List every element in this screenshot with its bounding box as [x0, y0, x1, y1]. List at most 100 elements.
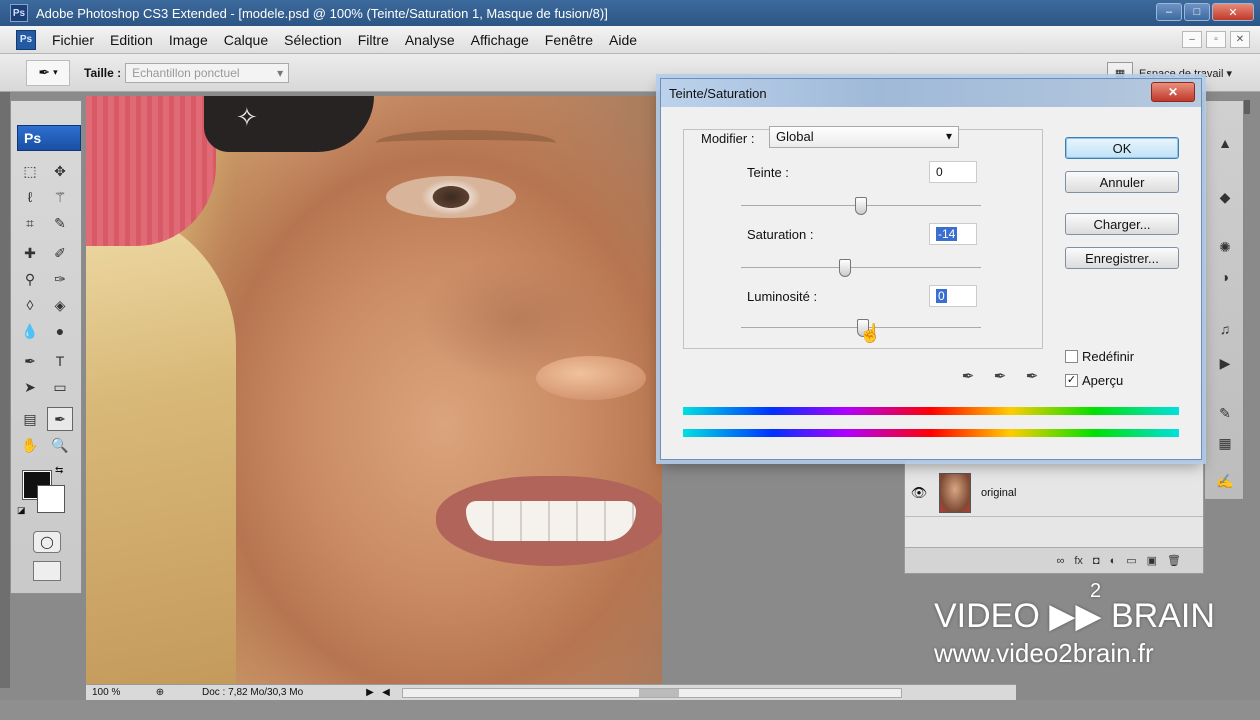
- move-tool[interactable]: ✥: [47, 159, 73, 183]
- hue-input[interactable]: 0: [929, 161, 977, 183]
- type-tool[interactable]: T: [47, 349, 73, 373]
- zoom-tool[interactable]: 🔍: [47, 433, 73, 457]
- menu-fenetre[interactable]: Fenêtre: [537, 32, 601, 48]
- colorize-checkbox-box[interactable]: [1065, 350, 1078, 363]
- link-layers-icon[interactable]: ∞: [1057, 555, 1065, 567]
- default-colors-icon[interactable]: ◪: [17, 505, 26, 516]
- eyedropper-tool[interactable]: ✒: [47, 407, 73, 431]
- layers-footer: ∞ fx ◘ ◐ ▭ ▣ 🗑: [905, 547, 1203, 573]
- result-color-bar: [683, 429, 1179, 437]
- menu-fichier[interactable]: Fichier: [44, 32, 102, 48]
- blur-tool[interactable]: 💧: [17, 319, 43, 343]
- save-button[interactable]: Enregistrer...: [1065, 247, 1179, 269]
- new-group-icon[interactable]: ▭: [1126, 554, 1136, 567]
- lightness-input[interactable]: 0: [929, 285, 977, 307]
- pen-tool[interactable]: ✒: [17, 349, 43, 373]
- lightness-label: Luminosité :: [747, 289, 818, 304]
- new-layer-icon[interactable]: ▣: [1147, 554, 1157, 567]
- maximize-button[interactable]: □: [1184, 3, 1210, 21]
- screen-mode-button[interactable]: [33, 561, 61, 581]
- adjustments-panel-icon[interactable]: ✺: [1211, 235, 1239, 259]
- minimize-button[interactable]: –: [1156, 3, 1182, 21]
- menu-edition[interactable]: Edition: [102, 32, 161, 48]
- layer-style-icon[interactable]: fx: [1074, 555, 1083, 567]
- layers-panel-icon[interactable]: ◆: [1211, 185, 1239, 209]
- preview-checkbox[interactable]: ✓ Aperçu: [1065, 373, 1123, 388]
- menu-calque[interactable]: Calque: [216, 32, 276, 48]
- magic-wand-tool[interactable]: ⚚: [47, 185, 73, 209]
- actions-panel-icon[interactable]: ♫: [1211, 317, 1239, 341]
- healing-brush-tool[interactable]: ✚: [17, 241, 43, 265]
- eyedropper-plus-icon[interactable]: ✒: [989, 365, 1011, 387]
- hue-slider-thumb[interactable]: [855, 197, 867, 215]
- layer-row[interactable]: 👁 original: [905, 469, 1203, 517]
- sample-size-select[interactable]: Echantillon ponctuel: [125, 62, 290, 83]
- headband-logo-icon: ✧: [236, 102, 258, 132]
- menu-analyse[interactable]: Analyse: [397, 32, 463, 48]
- menu-aide[interactable]: Aide: [601, 32, 645, 48]
- lasso-tool[interactable]: ℓ: [17, 185, 43, 209]
- ok-button[interactable]: OK: [1065, 137, 1179, 159]
- visibility-eye-icon[interactable]: 👁: [905, 485, 933, 501]
- clone-stamp-tool[interactable]: ⚲: [17, 267, 43, 291]
- tool-preset-picker[interactable]: ✒ ▾: [26, 59, 70, 86]
- status-menu-arrow-icon[interactable]: ▶: [362, 687, 378, 698]
- delete-layer-icon[interactable]: 🗑: [1167, 554, 1181, 567]
- preview-checkbox-box[interactable]: ✓: [1065, 374, 1078, 387]
- brushes-panel-icon[interactable]: ✎: [1211, 401, 1239, 425]
- layer-mask-icon[interactable]: ◘: [1093, 555, 1100, 567]
- close-window-button[interactable]: ✕: [1212, 3, 1254, 21]
- dodge-tool[interactable]: ●: [47, 319, 73, 343]
- menu-selection[interactable]: Sélection: [276, 32, 350, 48]
- swap-colors-icon[interactable]: ⇆: [55, 465, 63, 476]
- new-adjustment-icon[interactable]: ◐: [1110, 555, 1117, 567]
- rectangle-tool[interactable]: ▭: [47, 375, 73, 399]
- eyedropper-icon[interactable]: ✒: [957, 365, 979, 387]
- paint-bucket-tool[interactable]: ◈: [47, 293, 73, 317]
- colorize-checkbox[interactable]: Redéfinir: [1065, 349, 1134, 364]
- quick-mask-button[interactable]: ◯: [33, 531, 61, 553]
- channels-panel-icon[interactable]: ◑: [1211, 265, 1239, 289]
- saturation-input[interactable]: -14: [929, 223, 977, 245]
- dialog-close-button[interactable]: ✕: [1151, 82, 1195, 102]
- load-button[interactable]: Charger...: [1065, 213, 1179, 235]
- histogram-panel-icon[interactable]: ▲: [1211, 131, 1239, 155]
- background-color-swatch[interactable]: [37, 485, 65, 513]
- document-canvas[interactable]: ✧: [86, 96, 662, 684]
- hand-tool[interactable]: ✋: [17, 433, 43, 457]
- play-panel-icon[interactable]: ▶: [1211, 351, 1239, 375]
- zoom-level[interactable]: 100 %: [92, 687, 148, 698]
- brush-tool[interactable]: ✐: [47, 241, 73, 265]
- doc-close-button[interactable]: ✕: [1230, 31, 1250, 48]
- swatches-panel-icon[interactable]: ▦: [1211, 431, 1239, 455]
- doc-minimize-button[interactable]: –: [1182, 31, 1202, 48]
- modify-range-select[interactable]: Global: [769, 126, 959, 148]
- dialog-title-bar[interactable]: Teinte/Saturation: [661, 79, 1201, 107]
- path-selection-tool[interactable]: ➤: [17, 375, 43, 399]
- menu-filtre[interactable]: Filtre: [350, 32, 397, 48]
- dialog-title: Teinte/Saturation: [669, 85, 767, 101]
- slice-tool[interactable]: ✎: [47, 211, 73, 235]
- saturation-slider-thumb[interactable]: [839, 259, 851, 277]
- crop-tool[interactable]: ⌗: [17, 211, 43, 235]
- zoom-navigator-icon[interactable]: ⊕: [148, 687, 172, 698]
- hue-saturation-dialog: Teinte/Saturation ✕ Modifier : Global Te…: [660, 78, 1202, 460]
- saturation-slider-track[interactable]: [741, 267, 981, 268]
- tools-panel: Ps ⬚ ✥ ℓ ⚚ ⌗ ✎ ✚ ✐ ⚲ ✑ ◊ ◈ 💧 ● ✒ T ➤ ▭ ▤…: [10, 100, 82, 594]
- photoshop-menu-logo[interactable]: Ps: [16, 29, 36, 50]
- eyedropper-minus-icon[interactable]: ✒: [1021, 365, 1043, 387]
- menu-image[interactable]: Image: [161, 32, 216, 48]
- marquee-tool[interactable]: ⬚: [17, 159, 43, 183]
- history-brush-tool[interactable]: ✑: [47, 267, 73, 291]
- notes-tool[interactable]: ▤: [17, 407, 43, 431]
- eraser-tool[interactable]: ◊: [17, 293, 43, 317]
- paths-panel-icon[interactable]: ✍: [1211, 469, 1239, 493]
- doc-restore-button[interactable]: ▫: [1206, 31, 1226, 48]
- menu-affichage[interactable]: Affichage: [463, 32, 537, 48]
- modify-label: Modifier :: [699, 131, 757, 146]
- scrollbar-thumb[interactable]: [639, 688, 679, 697]
- photo-headband: [204, 96, 374, 152]
- cancel-button[interactable]: Annuler: [1065, 171, 1179, 193]
- horizontal-scrollbar[interactable]: [402, 687, 902, 698]
- scroll-left-icon[interactable]: ◀: [378, 687, 394, 698]
